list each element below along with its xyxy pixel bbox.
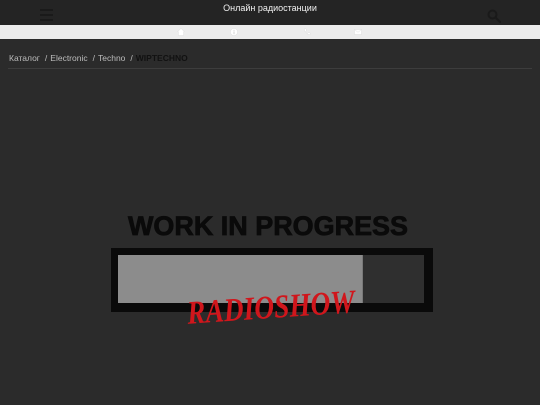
breadcrumb-electronic[interactable]: Electronic [50, 53, 87, 63]
breadcrumb-techno[interactable]: Techno [98, 53, 125, 63]
home-icon[interactable] [177, 28, 185, 36]
cover-title: WORK IN PROGRESS [128, 211, 408, 241]
station-cover: WORK IN PROGRESS RADIOSHOW [111, 211, 433, 332]
phone-icon[interactable] [303, 28, 311, 36]
contact-bar [0, 25, 540, 39]
search-button[interactable] [487, 9, 503, 25]
site-title[interactable]: Онлайн радиостанции [0, 3, 540, 13]
top-bar: Онлайн радиостанции [0, 0, 540, 25]
breadcrumb-separator: / [44, 53, 48, 63]
breadcrumb-separator: / [130, 53, 133, 63]
search-icon [487, 9, 502, 24]
mail-icon[interactable] [354, 28, 362, 36]
divider [8, 68, 532, 69]
breadcrumb-current: WIPTECHNO [135, 53, 188, 63]
breadcrumb-catalog[interactable]: Каталог [9, 53, 40, 63]
info-icon[interactable] [230, 28, 238, 36]
breadcrumb: Каталог / Electronic / Techno / WIPTECHNO [9, 53, 188, 63]
breadcrumb-separator: / [92, 53, 95, 63]
